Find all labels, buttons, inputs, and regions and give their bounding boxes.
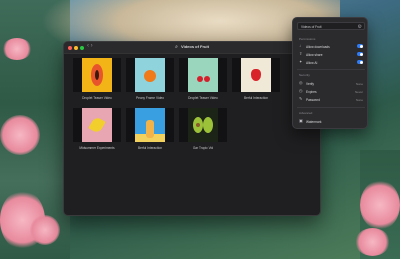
video-thumbnail[interactable] <box>126 108 174 142</box>
row-label: Watermark <box>306 119 322 124</box>
row-watermark[interactable]: ▣ Watermark <box>299 118 363 125</box>
title-bar: ‹ › ⌕ Videos of Fruit <box>64 42 320 54</box>
watermark-icon: ▣ <box>299 118 303 123</box>
toggle-switch[interactable] <box>357 60 363 64</box>
video-tile[interactable]: Midsummer Experiments <box>73 108 121 150</box>
video-caption: Berful Interaction <box>137 146 163 150</box>
verify-icon: ◎ <box>299 80 303 85</box>
video-thumbnail[interactable] <box>73 108 121 142</box>
row-label: Expires <box>306 89 317 94</box>
key-icon: ✎ <box>299 96 303 101</box>
row-label: Allow downloads <box>306 44 330 49</box>
video-thumbnail[interactable] <box>179 108 227 142</box>
section-label: Security <box>299 73 310 77</box>
row-value: Never <box>354 89 363 94</box>
row-label: Verify <box>306 81 314 86</box>
cherry-blossom <box>355 228 390 256</box>
search-icon[interactable]: ⌕ <box>175 44 178 50</box>
row-verify[interactable]: ◎ Verify None <box>299 80 363 87</box>
orange-image <box>135 58 165 92</box>
share-link-value: Videos of Fruit <box>301 24 322 29</box>
share-settings-panel: Videos of Fruit ⚙ Permissions ↓ Allow do… <box>292 17 368 129</box>
video-thumbnail[interactable] <box>126 58 174 92</box>
video-thumbnail[interactable] <box>179 58 227 92</box>
video-caption: Berful Interaction <box>243 96 269 100</box>
video-tile[interactable]: Droplet Teaser Video <box>73 58 121 100</box>
sparkle-icon: ✦ <box>299 59 303 64</box>
fruit-stack-image <box>135 108 165 142</box>
divider <box>297 69 365 70</box>
finder-window: ‹ › ⌕ Videos of Fruit Droplet Teaser Vid… <box>63 41 321 216</box>
video-caption: Gar Tropic Vid <box>192 146 214 150</box>
toggle-switch[interactable] <box>357 44 363 48</box>
share-icon: ⇪ <box>299 51 303 56</box>
video-caption: Peony Frame Video <box>135 96 165 100</box>
banana-image <box>82 108 112 142</box>
settings-icon[interactable]: ⚙ <box>358 24 362 30</box>
toggle-switch[interactable] <box>357 52 363 56</box>
share-link-field[interactable]: Videos of Fruit ⚙ <box>297 22 365 30</box>
video-tile[interactable]: Peony Frame Video <box>126 58 174 100</box>
divider <box>297 107 365 108</box>
row-value: None <box>355 97 363 102</box>
row-expires[interactable]: ◷ Expires Never <box>299 88 363 95</box>
video-caption: Droplet Teaser Video <box>82 96 112 100</box>
video-caption: Droplet Teaser Video <box>188 96 218 100</box>
strawberry-image <box>241 58 271 92</box>
row-label: Allow share <box>306 52 323 57</box>
video-tile[interactable]: Droplet Teaser Video <box>179 58 227 100</box>
video-caption: Midsummer Experiments <box>79 146 115 150</box>
video-tile[interactable]: Gar Tropic Vid <box>179 108 227 150</box>
window-title: Videos of Fruit <box>181 44 209 49</box>
row-value: None <box>355 81 363 86</box>
video-tile[interactable]: Berful Interaction <box>126 108 174 150</box>
video-thumbnail[interactable] <box>232 58 280 92</box>
row-label: Password <box>306 97 320 102</box>
row-allow-ai[interactable]: ✦ Allow AI <box>299 59 363 66</box>
cherry-blossom <box>2 38 32 60</box>
video-tile[interactable]: Berful Interaction <box>232 58 280 100</box>
papaya-image <box>82 58 112 92</box>
cherry-blossom <box>0 115 40 155</box>
cherry-blossom <box>360 180 400 230</box>
download-icon: ↓ <box>299 43 301 48</box>
section-label: Advanced <box>299 111 313 115</box>
clock-icon: ◷ <box>299 88 303 93</box>
avocado-image <box>188 108 218 142</box>
section-label: Permissions <box>299 37 316 41</box>
window-title-area: ⌕ Videos of Fruit <box>64 44 320 50</box>
row-allow-share[interactable]: ⇪ Allow share <box>299 51 363 58</box>
row-allow-downloads[interactable]: ↓ Allow downloads <box>299 43 363 50</box>
video-thumbnail[interactable] <box>73 58 121 92</box>
cherry-image <box>188 58 218 92</box>
row-password[interactable]: ✎ Password None <box>299 96 363 103</box>
row-label: Allow AI <box>306 60 318 65</box>
cherry-blossom <box>30 215 60 245</box>
